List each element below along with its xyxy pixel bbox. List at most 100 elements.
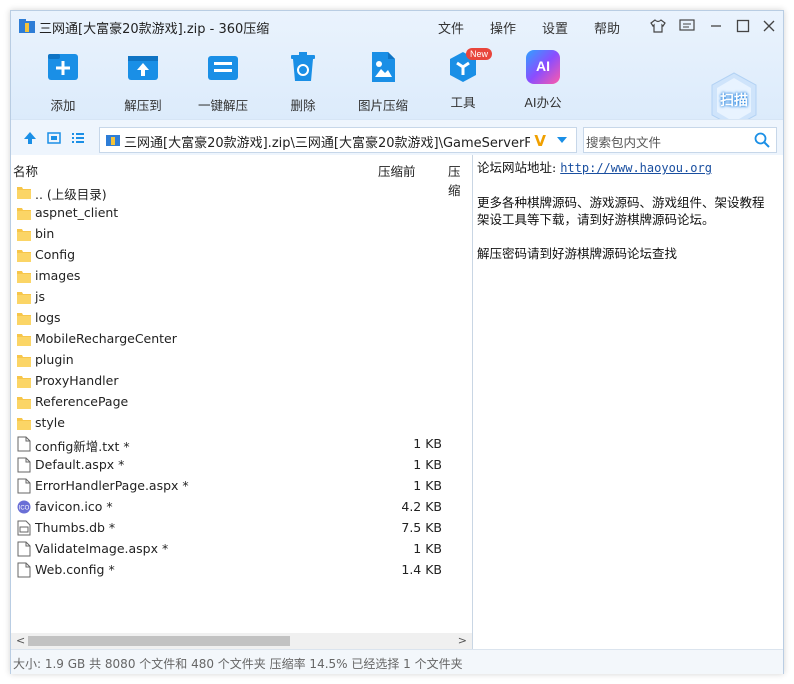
extract-to-icon xyxy=(128,56,158,80)
one-click-extract-icon xyxy=(208,56,238,80)
file-name: config新增.txt * xyxy=(35,439,130,454)
file-size: 1 KB xyxy=(413,436,442,451)
folder-row[interactable]: bin xyxy=(11,223,472,244)
minimize-button[interactable] xyxy=(705,15,727,37)
maximize-button[interactable] xyxy=(732,15,754,37)
scrollbar-thumb[interactable] xyxy=(28,636,290,646)
ai-office-button[interactable]: AI AI办公 xyxy=(503,43,583,111)
shirt-icon xyxy=(650,19,666,33)
file-size: 1.4 KB xyxy=(401,562,442,577)
folder-row[interactable]: ReferencePage xyxy=(11,391,472,412)
file-icon xyxy=(17,520,31,536)
folder-icon xyxy=(17,331,31,347)
one-click-extract-label: 一键解压 xyxy=(197,98,248,113)
main-toolbar: 添加 解压到 一键解压 删除 图片压缩 New 工具 AI AI办公 扫描 xyxy=(11,43,783,128)
file-name: Config xyxy=(35,247,76,262)
one-click-extract-button[interactable]: 一键解压 xyxy=(183,43,263,114)
file-row[interactable]: Thumbs.db * 7.5 KB xyxy=(11,517,472,538)
image-compress-label: 图片压缩 xyxy=(357,98,408,113)
search-input[interactable]: 搜索包内文件 xyxy=(583,127,777,153)
maximize-icon xyxy=(736,19,750,33)
column-before-size[interactable]: 压缩前 xyxy=(378,161,416,180)
feedback-button[interactable] xyxy=(676,15,698,37)
comment-line-3: 解压密码请到好游棋牌源码论坛查找 xyxy=(477,246,678,261)
folder-row[interactable]: .. (上级目录) xyxy=(11,181,472,202)
file-row[interactable]: ErrorHandlerPage.aspx * 1 KB xyxy=(11,475,472,496)
menu-file[interactable]: 文件 xyxy=(438,18,464,37)
folder-row[interactable]: js xyxy=(11,286,472,307)
skin-button[interactable] xyxy=(647,15,669,37)
file-name: bin xyxy=(35,226,55,241)
file-name: logs xyxy=(35,310,61,325)
tools-button[interactable]: New 工具 xyxy=(423,43,503,111)
file-name: aspnet_client xyxy=(35,205,119,220)
app-window: 三网通[大富豪20款游戏].zip - 360压缩 文件 操作 设置 帮助 添加… xyxy=(10,10,784,674)
file-name: Web.config * xyxy=(35,562,115,577)
extract-to-button[interactable]: 解压到 xyxy=(103,43,183,114)
trash-icon xyxy=(291,52,315,81)
comment-line-2: 架设工具等下载，请到好游棋牌源码论坛。 xyxy=(477,212,715,227)
file-size: 1 KB xyxy=(413,457,442,472)
address-path: 三网通[大富豪20款游戏].zip\三网通[大富豪20款游戏]\GameServ… xyxy=(124,136,530,151)
site-label: 论坛网站地址: xyxy=(477,160,557,175)
title-bar: 三网通[大富豪20款游戏].zip - 360压缩 文件 操作 设置 帮助 xyxy=(11,11,783,41)
folder-row[interactable]: logs xyxy=(11,307,472,328)
file-name: ValidateImage.aspx * xyxy=(35,541,169,556)
scan-label: 扫描 xyxy=(720,93,748,109)
file-name: .. (上级目录) xyxy=(35,187,107,202)
file-row[interactable]: Default.aspx * 1 KB xyxy=(11,454,472,475)
minimize-icon xyxy=(711,25,721,27)
folder-row[interactable]: images xyxy=(11,265,472,286)
file-size: 4.2 KB xyxy=(401,499,442,514)
ai-office-label: AI办公 xyxy=(524,95,562,110)
menu-settings[interactable]: 设置 xyxy=(542,18,568,37)
add-archive-icon xyxy=(48,54,78,80)
file-name: style xyxy=(35,415,65,430)
site-line: 论坛网站地址: http://www.haoyou.org xyxy=(477,159,783,177)
menu-operate[interactable]: 操作 xyxy=(490,18,516,37)
file-icon xyxy=(17,478,31,494)
column-header: 名称 压缩前 压缩 xyxy=(11,161,472,198)
file-name: js xyxy=(35,289,45,304)
close-icon xyxy=(763,20,775,32)
up-arrow-icon[interactable] xyxy=(23,131,37,145)
tools-icon-wrap: New xyxy=(446,48,493,84)
folder-row[interactable]: plugin xyxy=(11,349,472,370)
column-name[interactable]: 名称 xyxy=(13,161,38,180)
folder-row[interactable]: aspnet_client xyxy=(11,202,472,223)
file-name: ErrorHandlerPage.aspx * xyxy=(35,478,189,493)
search-icon[interactable] xyxy=(754,132,770,148)
file-name: MobileRechargeCenter xyxy=(35,331,177,346)
folder-row[interactable]: style xyxy=(11,412,472,433)
folder-icon xyxy=(17,310,31,326)
file-row[interactable]: config新增.txt * 1 KB xyxy=(11,433,472,454)
extract-to-label: 解压到 xyxy=(124,98,162,113)
file-row[interactable]: Web.config * 1.4 KB xyxy=(11,559,472,580)
thumbnail-view-icon[interactable] xyxy=(47,131,61,145)
folder-row[interactable]: MobileRechargeCenter xyxy=(11,328,472,349)
ai-icon-text: AI xyxy=(536,58,550,74)
address-bar[interactable]: 三网通[大富豪20款游戏].zip\三网通[大富豪20款游戏]\GameServ… xyxy=(99,127,577,153)
horizontal-scrollbar[interactable]: < > xyxy=(11,633,472,649)
file-name: Default.aspx * xyxy=(35,457,125,472)
list-view-icon[interactable] xyxy=(71,131,85,145)
scroll-left-icon[interactable]: < xyxy=(16,634,25,647)
chevron-down-icon[interactable] xyxy=(556,135,568,145)
add-button[interactable]: 添加 xyxy=(23,43,103,114)
file-row[interactable]: ValidateImage.aspx * 1 KB xyxy=(11,538,472,559)
scroll-right-icon[interactable]: > xyxy=(458,634,467,647)
file-name: images xyxy=(35,268,81,283)
site-link[interactable]: http://www.haoyou.org xyxy=(560,161,712,175)
file-row[interactable]: ICO favicon.ico * 4.2 KB xyxy=(11,496,472,517)
image-compress-button[interactable]: 图片压缩 xyxy=(343,43,423,114)
ico-file-icon: ICO xyxy=(17,499,31,515)
archive-path-icon xyxy=(106,135,120,146)
folder-row[interactable]: ProxyHandler xyxy=(11,370,472,391)
folder-icon xyxy=(17,289,31,305)
file-name: plugin xyxy=(35,352,74,367)
folder-icon xyxy=(17,184,31,200)
menu-help[interactable]: 帮助 xyxy=(594,18,620,37)
delete-button[interactable]: 删除 xyxy=(263,43,343,114)
folder-row[interactable]: Config xyxy=(11,244,472,265)
close-button[interactable] xyxy=(758,15,780,37)
